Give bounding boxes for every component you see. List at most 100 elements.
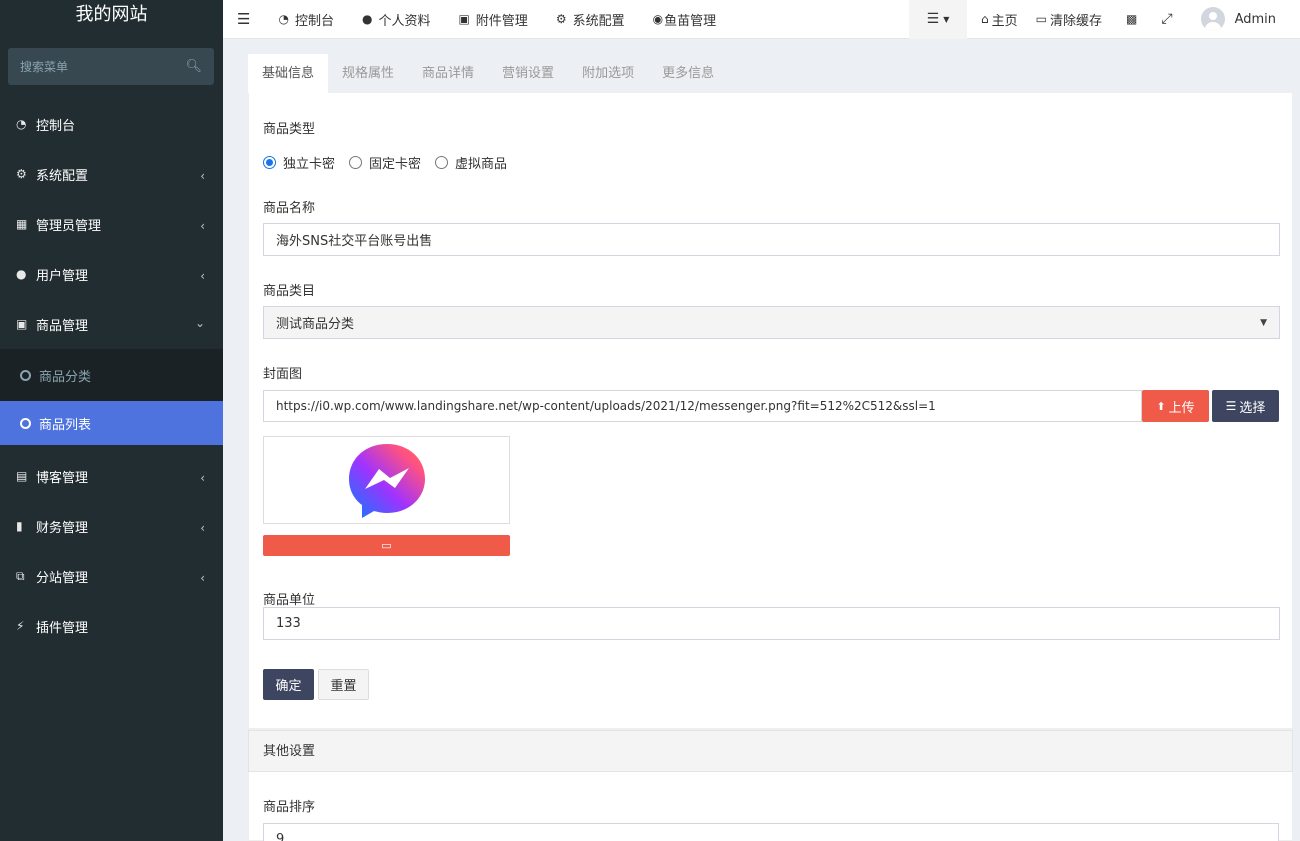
tab-product-details[interactable]: 商品详情 <box>408 54 488 93</box>
radio-independent-card[interactable]: 独立卡密 <box>263 153 335 172</box>
radio-unchecked-icon[interactable] <box>349 156 363 169</box>
radio-label: 独立卡密 <box>283 157 336 172</box>
basic-info-panel: 商品类型 独立卡密 固定卡密 虚拟商品 商品名称 商品类目 测试商品分类 ▼ 封… <box>248 93 1293 729</box>
sidebar-item-system-config[interactable]: ⚙ 系统配置 ‹ <box>0 149 223 199</box>
cover-image-label: 封面图 <box>263 367 303 382</box>
topnav-user-menu[interactable]: Admin <box>1187 0 1300 39</box>
topnav-menu-dropdown[interactable]: ☰ ▼ <box>909 0 968 39</box>
topnav-label: 附件管理 <box>475 13 528 29</box>
home-icon: ⌂ <box>981 12 989 26</box>
book-icon: ▤ <box>16 469 28 483</box>
topnav-fry-management[interactable]: ◉ 鱼苗管理 <box>639 0 731 39</box>
sidebar-item-dashboard[interactable]: ◔ 控制台 <box>0 99 223 149</box>
sidebar-item-blog[interactable]: ▤ 博客管理 ‹ <box>0 451 223 501</box>
topnav-fullscreen-button[interactable]: ⤢ <box>1151 0 1186 39</box>
product-sort-label: 商品排序 <box>263 800 316 815</box>
tab-marketing[interactable]: 营销设置 <box>488 54 568 93</box>
confirm-button[interactable]: 确定 <box>263 669 314 700</box>
dashboard-icon: ◔ <box>278 12 289 26</box>
tab-basic-info[interactable]: 基础信息 <box>248 54 329 93</box>
chevron-left-icon: ‹ <box>200 471 205 485</box>
topnav-dashboard[interactable]: ◔ 控制台 <box>264 0 348 39</box>
sidebar-subitem-label: 商品列表 <box>39 417 92 433</box>
site-brand[interactable]: 我的网站 <box>0 0 223 32</box>
topnav-home[interactable]: ⌂ 主页 <box>967 0 1026 39</box>
clone-icon: ⧉ <box>16 568 25 583</box>
sidebar-subitem-label: 商品分类 <box>39 369 92 385</box>
user-icon: ● <box>16 267 27 281</box>
caret-down-icon: ▼ <box>943 14 950 24</box>
sidebar-item-admin[interactable]: ▦ 管理员管理 ‹ <box>0 199 223 249</box>
cover-image-preview <box>263 436 510 524</box>
sidebar-item-finance[interactable]: ▮ 财务管理 ‹ <box>0 501 223 551</box>
sidebar-item-products[interactable]: ▣ 商品管理 ⌄ <box>0 299 223 349</box>
product-unit-input[interactable] <box>263 607 1280 640</box>
reset-button[interactable]: 重置 <box>318 669 369 700</box>
top-navbar: ☰ ◔ 控制台 ● 个人资料 ▣ 附件管理 ⚙ 系统配置 ◉ 鱼苗管理 ☰ ▼ … <box>223 0 1300 39</box>
topnav-system-config[interactable]: ⚙ 系统配置 <box>542 0 639 39</box>
product-type-label: 商品类型 <box>263 122 316 137</box>
radio-fixed-card[interactable]: 固定卡密 <box>349 153 421 172</box>
sidebar-item-plugins[interactable]: ⚡ 插件管理 <box>0 601 223 651</box>
topnav-label: 清除缓存 <box>1050 13 1103 29</box>
upload-button[interactable]: ⬆ 上传 <box>1142 390 1209 422</box>
product-category-label: 商品类目 <box>263 284 316 299</box>
other-settings-panel: 商品排序 <box>248 772 1293 841</box>
image-icon: ▣ <box>458 12 470 26</box>
other-settings-header: 其他设置 <box>248 730 1293 772</box>
dashboard-icon: ◔ <box>16 117 27 131</box>
eye-icon: ◉ <box>652 12 664 26</box>
tab-spec-attributes[interactable]: 规格属性 <box>328 54 408 93</box>
cover-image-url-input[interactable] <box>263 390 1142 422</box>
sidebar-menu: ◔ 控制台 ⚙ 系统配置 ‹ ▦ 管理员管理 ‹ ● 用户管理 ‹ ▣ 商品管理… <box>0 99 223 651</box>
chevron-left-icon: ‹ <box>200 571 205 585</box>
topnav-label: 系统配置 <box>572 13 625 29</box>
button-label: 上传 <box>1168 400 1195 416</box>
form-tabs: 基础信息 规格属性 商品详情 营销设置 附加选项 更多信息 <box>248 54 1293 93</box>
radio-checked-icon[interactable] <box>263 156 276 169</box>
radio-virtual-product[interactable]: 虚拟商品 <box>435 153 507 172</box>
trash-icon: ▭ <box>381 539 392 552</box>
topnav-label: 鱼苗管理 <box>664 13 717 29</box>
delete-image-button[interactable]: ▭ <box>263 535 510 556</box>
sidebar-item-label: 博客管理 <box>36 470 89 486</box>
topnav-label: 个人资料 <box>378 13 431 29</box>
menu-search-input[interactable] <box>20 59 186 74</box>
cogs-icon: ⚙ <box>16 167 27 181</box>
sidebar-toggle-button[interactable]: ☰ <box>223 0 264 39</box>
sidebar: 我的网站 🔍︎ ◔ 控制台 ⚙ 系统配置 ‹ ▦ 管理员管理 ‹ ● 用户管理 … <box>0 0 223 841</box>
sidebar-item-users[interactable]: ● 用户管理 ‹ <box>0 249 223 299</box>
product-unit-label: 商品单位 <box>263 593 316 608</box>
radio-unchecked-icon[interactable] <box>435 156 449 169</box>
topnav-clear-cache[interactable]: ▭ 清除缓存 <box>1026 0 1112 39</box>
upload-icon: ⬆ <box>1156 399 1166 413</box>
select-button[interactable]: ☰ 选择 <box>1212 390 1279 422</box>
fullscreen-icon: ⤢ <box>1161 11 1173 27</box>
hamburger-icon: ☰ <box>237 10 251 28</box>
circle-icon <box>20 369 31 381</box>
topnav-profile[interactable]: ● 个人资料 <box>348 0 445 39</box>
sidebar-item-label: 商品管理 <box>36 318 89 334</box>
caret-down-icon: ▼ <box>1260 317 1267 328</box>
product-sort-input[interactable] <box>263 823 1279 841</box>
user-name: Admin <box>1234 11 1276 27</box>
sidebar-search: 🔍︎ <box>8 48 214 85</box>
list-icon: ☰ <box>926 11 940 27</box>
avatar <box>1200 7 1225 31</box>
search-icon[interactable]: 🔍︎ <box>185 59 202 74</box>
tab-extra-options[interactable]: 附加选项 <box>568 54 648 93</box>
radio-label: 虚拟商品 <box>455 157 508 172</box>
product-name-input[interactable] <box>263 223 1280 256</box>
sidebar-item-label: 管理员管理 <box>36 218 102 234</box>
chevron-left-icon: ‹ <box>200 219 205 233</box>
sidebar-item-substation[interactable]: ⧉ 分站管理 ‹ <box>0 551 223 601</box>
sidebar-subitem-product-category[interactable]: 商品分类 <box>0 349 223 401</box>
topbar-right: ☰ ▼ ⌂ 主页 ▭ 清除缓存 ▩ ⤢ Admin <box>909 0 1300 39</box>
topnav-language-button[interactable]: ▩ <box>1112 0 1151 39</box>
sidebar-subitem-product-list[interactable]: 商品列表 <box>0 401 223 445</box>
translate-icon: ▩ <box>1126 12 1138 26</box>
tab-more-info[interactable]: 更多信息 <box>648 54 728 93</box>
product-category-select[interactable]: 测试商品分类 ▼ <box>263 306 1280 339</box>
bookmark-icon: ▮ <box>16 519 23 533</box>
topnav-attachments[interactable]: ▣ 附件管理 <box>444 0 541 39</box>
